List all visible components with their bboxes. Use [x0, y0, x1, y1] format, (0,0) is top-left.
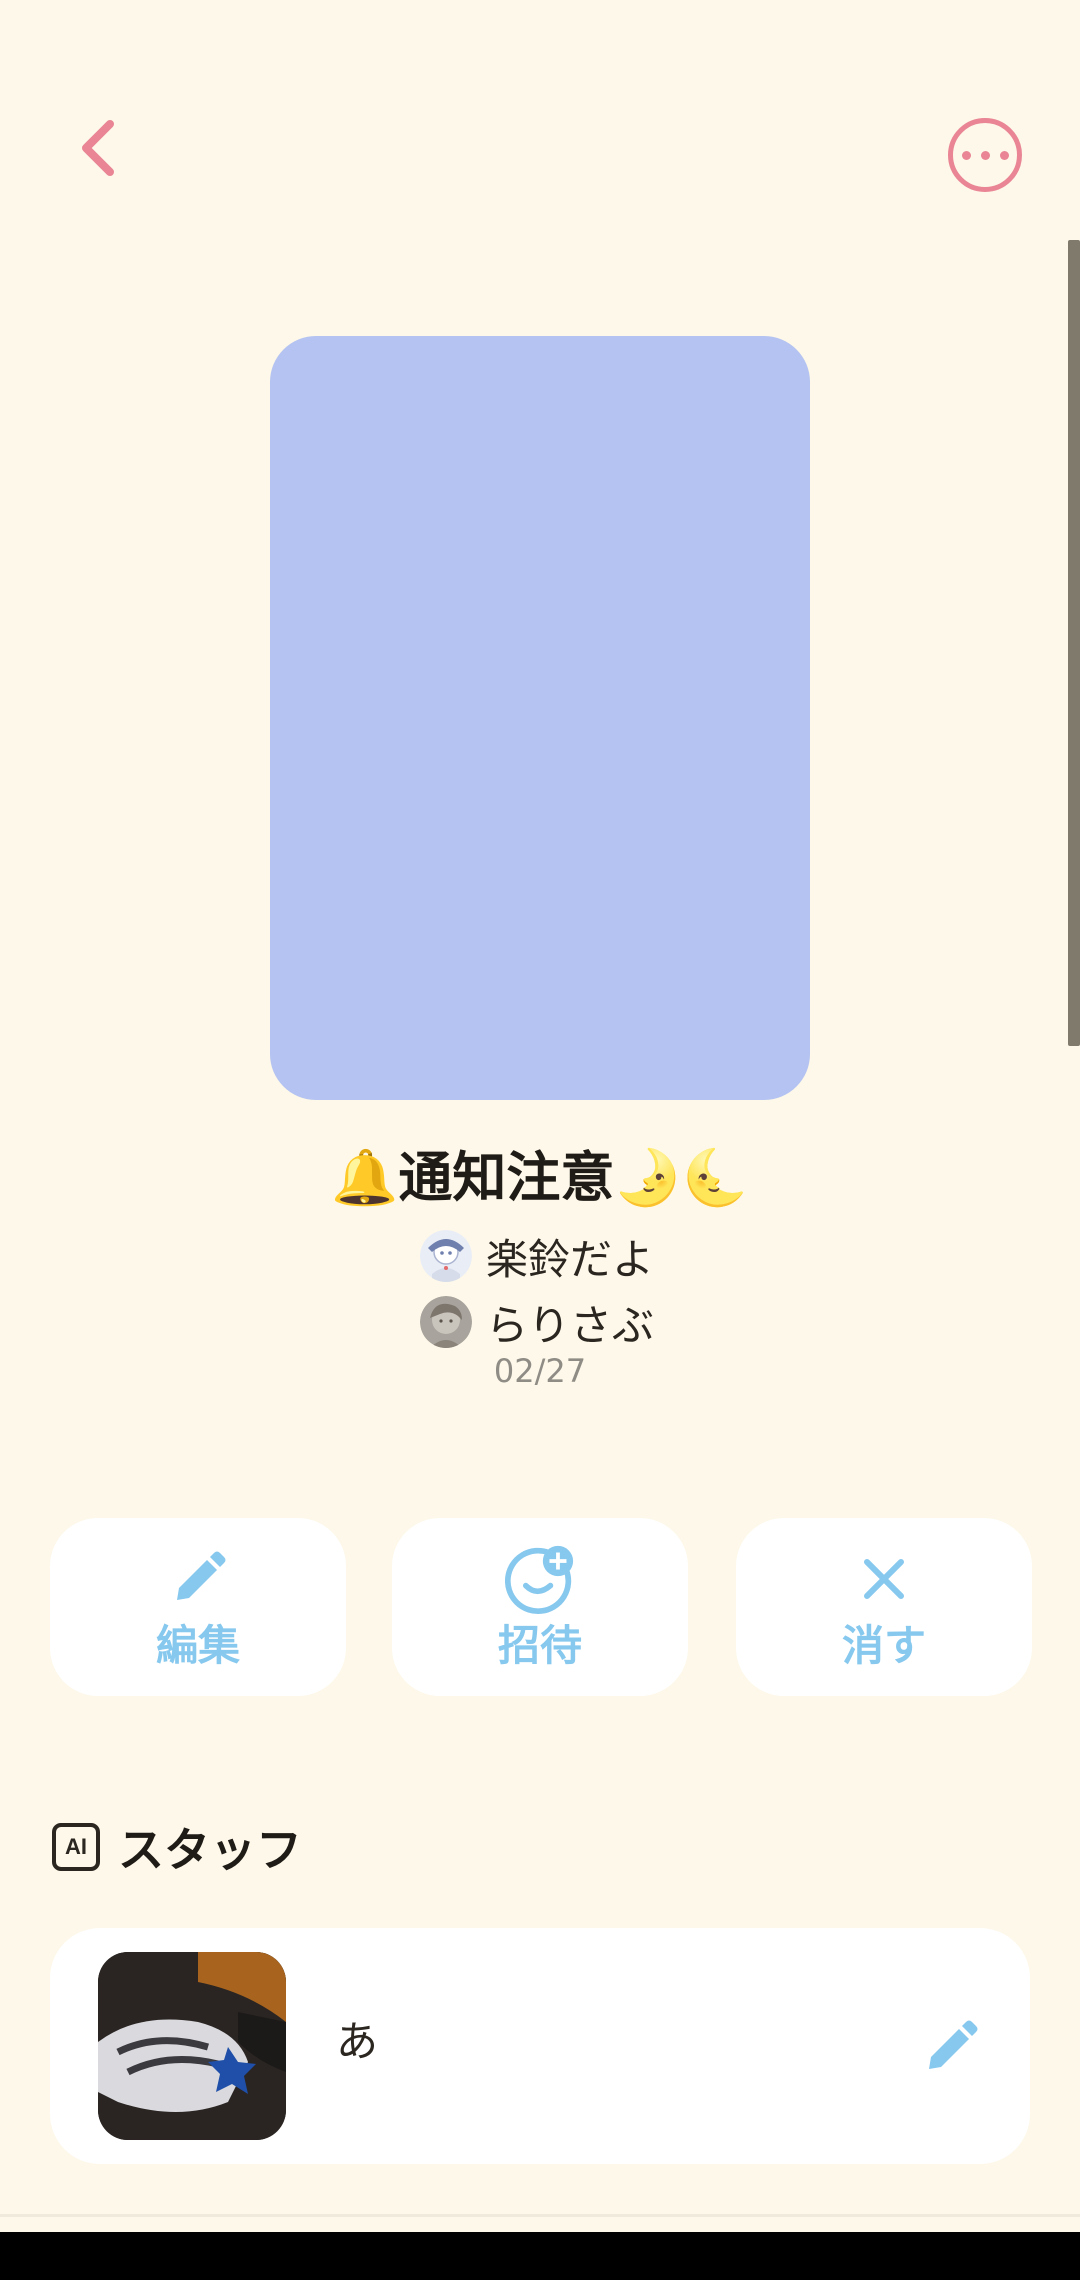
more-dot — [980, 150, 990, 160]
section-title: スタッフ — [118, 1823, 302, 1877]
member-name: らりさぶ — [486, 1300, 655, 1350]
staff-section-header: AI スタッフ — [52, 1815, 302, 1879]
pencil-icon — [929, 2020, 978, 2069]
scrollbar[interactable] — [1068, 240, 1080, 1046]
system-navigation-bar — [0, 2232, 1080, 2280]
back-button[interactable] — [60, 110, 136, 186]
staff-name: あ — [336, 2017, 379, 2066]
pencil-icon — [163, 1544, 233, 1614]
delete-button[interactable]: 消す — [736, 1518, 1032, 1696]
invite-label: 招待 — [497, 1621, 582, 1670]
member-name: 楽鈴だよ — [486, 1234, 655, 1284]
member-row[interactable]: 楽鈴だよ — [420, 1226, 654, 1286]
room-title: 🔔通知注意🌛🌜 — [331, 1146, 749, 1209]
ai-icon: AI — [52, 1823, 100, 1871]
room-date: 02/27 — [493, 1352, 587, 1390]
add-friend-icon — [505, 1544, 575, 1615]
more-horizontal-icon — [961, 150, 971, 160]
member-row[interactable]: らりさぶ — [420, 1292, 654, 1352]
more-options-button[interactable] — [948, 118, 1022, 192]
more-dot — [999, 150, 1009, 160]
edit-label: 編集 — [155, 1621, 240, 1670]
staff-edit-button[interactable] — [912, 2006, 992, 2086]
staff-thumbnail — [98, 1952, 286, 2140]
chevron-left-icon — [82, 120, 114, 176]
room-cover-image[interactable] — [270, 336, 810, 1100]
close-icon — [849, 1544, 919, 1614]
delete-label: 消す — [841, 1621, 926, 1670]
invite-button[interactable]: 招待 — [392, 1518, 688, 1696]
avatar — [420, 1230, 472, 1282]
avatar — [420, 1296, 472, 1348]
staff-card[interactable]: あ — [50, 1928, 1030, 2164]
edit-button[interactable]: 編集 — [50, 1518, 346, 1696]
divider — [0, 2214, 1080, 2217]
